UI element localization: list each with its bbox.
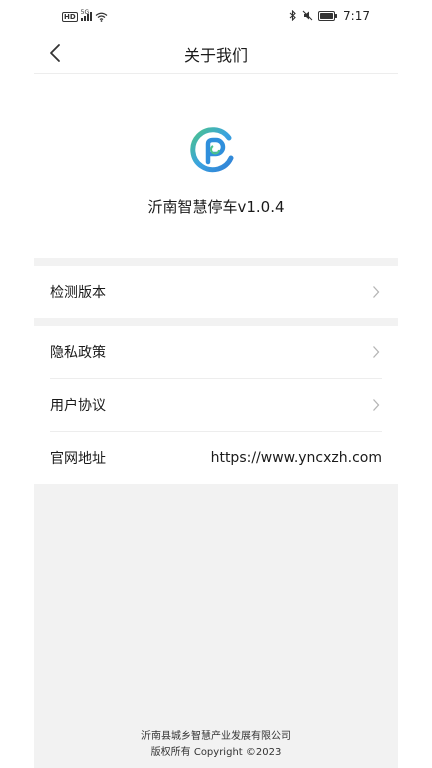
website-row[interactable]: 官网地址 https://www.yncxzh.com bbox=[34, 432, 398, 484]
status-bar: HD 5G 7:17 bbox=[0, 0, 432, 26]
hd-badge: HD bbox=[62, 11, 78, 22]
nav-bar: 关于我们 bbox=[34, 32, 398, 74]
check-version-label: 检测版本 bbox=[50, 285, 106, 301]
signal-icon: 5G bbox=[80, 9, 92, 21]
website-url[interactable]: https://www.yncxzh.com bbox=[211, 450, 382, 466]
user-agreement-label: 用户协议 bbox=[50, 398, 106, 414]
wifi-icon bbox=[95, 7, 108, 26]
footer-copyright: 版权所有 Copyright ©2023 bbox=[150, 747, 282, 758]
website-label: 官网地址 bbox=[50, 451, 106, 467]
status-time: 7:17 bbox=[343, 8, 370, 23]
footer-company: 沂南县城乡智慧产业发展有限公司 bbox=[141, 731, 291, 742]
check-version-row[interactable]: 检测版本 bbox=[34, 266, 398, 318]
battery-icon bbox=[318, 6, 338, 25]
page-title: 关于我们 bbox=[183, 46, 248, 65]
bottom-area: 沂南县城乡智慧产业发展有限公司 版权所有 Copyright ©2023 bbox=[34, 484, 398, 768]
chevron-right-icon bbox=[372, 285, 382, 299]
bluetooth-icon bbox=[289, 6, 297, 25]
app-logo bbox=[189, 126, 237, 174]
mute-icon bbox=[302, 6, 313, 25]
status-left: HD 5G bbox=[62, 7, 108, 26]
section-divider bbox=[34, 318, 398, 326]
section-divider bbox=[34, 258, 398, 266]
app-name-version: 沂南智慧停车v1.0.4 bbox=[147, 198, 285, 216]
privacy-policy-row[interactable]: 隐私政策 bbox=[34, 326, 398, 378]
user-agreement-row[interactable]: 用户协议 bbox=[34, 379, 398, 431]
chevron-right-icon bbox=[372, 398, 382, 412]
signal-label: 5G bbox=[80, 9, 90, 16]
chevron-right-icon bbox=[372, 345, 382, 359]
privacy-policy-label: 隐私政策 bbox=[50, 345, 106, 361]
status-right: 7:17 bbox=[289, 6, 370, 25]
